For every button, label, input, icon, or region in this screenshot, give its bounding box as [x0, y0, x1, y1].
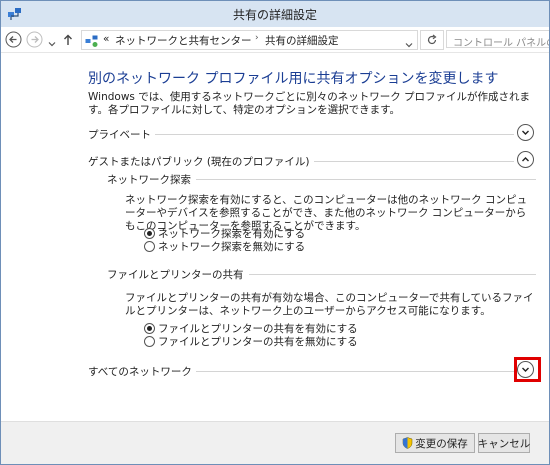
network-location-icon	[85, 33, 99, 47]
up-arrow-icon[interactable]	[61, 32, 75, 46]
save-changes-button[interactable]: 変更の保存	[395, 433, 475, 453]
refresh-icon	[426, 31, 438, 50]
chevron-down-icon[interactable]	[517, 124, 534, 141]
page-description: Windows では、使用するネットワークごとに別々のネットワーク プロファイル…	[88, 91, 531, 116]
radio-button[interactable]	[144, 241, 155, 252]
cancel-button[interactable]: キャンセル	[478, 433, 530, 453]
file-sharing-description: ファイルとプリンターの共有が有効な場合、このコンピューターで共有しているファイル…	[125, 292, 534, 317]
breadcrumb-advanced-sharing[interactable]: 共有の詳細設定	[265, 33, 339, 48]
section-private[interactable]: プライベート	[88, 124, 536, 142]
window-title: 共有の詳細設定	[232, 8, 317, 22]
radio-button[interactable]	[144, 336, 155, 347]
radio-button-selected[interactable]	[144, 323, 155, 334]
radio-file-sharing-off[interactable]: ファイルとプリンターの共有を無効にする	[144, 335, 358, 348]
breadcrumb-overflow[interactable]: «	[103, 33, 109, 45]
subsection-network-discovery: ネットワーク探索	[107, 172, 536, 187]
navigation-bar: « ネットワークと共有センター › 共有の詳細設定 コントロール パネルの検索	[1, 27, 549, 53]
section-guest-public[interactable]: ゲストまたはパブリック (現在のプロファイル)	[88, 151, 536, 169]
subsection-file-sharing: ファイルとプリンターの共有	[107, 267, 536, 282]
section-all-networks-label: すべてのネットワーク	[88, 364, 196, 379]
recent-locations-chevron-icon[interactable]	[47, 34, 57, 47]
search-input[interactable]: コントロール パネルの検索	[446, 30, 549, 48]
radio-button-selected[interactable]	[144, 228, 155, 239]
back-arrow-icon[interactable]	[5, 31, 22, 48]
refresh-button[interactable]	[420, 30, 444, 50]
radio-label[interactable]: ファイルとプリンターの共有を無効にする	[158, 334, 358, 349]
title-bar: 共有の詳細設定	[1, 1, 549, 27]
file-sharing-label: ファイルとプリンターの共有	[107, 267, 249, 282]
radio-label[interactable]: ネットワーク探索を無効にする	[158, 239, 305, 254]
breadcrumb-separator: ›	[255, 33, 259, 43]
chevron-up-icon[interactable]	[517, 151, 534, 168]
network-discovery-label: ネットワーク探索	[107, 172, 196, 187]
section-all-networks[interactable]: すべてのネットワーク	[88, 361, 536, 379]
breadcrumb-network-center[interactable]: ネットワークと共有センター	[115, 33, 252, 48]
save-changes-label: 変更の保存	[415, 437, 468, 450]
shield-icon	[402, 437, 413, 449]
address-bar[interactable]: « ネットワークと共有センター › 共有の詳細設定	[81, 30, 418, 50]
section-guest-label: ゲストまたはパブリック (現在のプロファイル)	[88, 154, 314, 169]
address-dropdown-chevron-icon[interactable]	[404, 35, 414, 48]
footer-bar: 変更の保存 キャンセル	[1, 421, 549, 464]
window: 共有の詳細設定 « ネットワークと共有センター › 共有の詳細設定 コントロール…	[0, 0, 550, 465]
section-private-label: プライベート	[88, 127, 155, 142]
page-heading: 別のネットワーク プロファイル用に共有オプションを変更します	[88, 71, 499, 87]
highlight-box	[514, 357, 541, 382]
forward-arrow-icon[interactable]	[26, 31, 43, 48]
radio-network-discovery-off[interactable]: ネットワーク探索を無効にする	[144, 240, 305, 253]
